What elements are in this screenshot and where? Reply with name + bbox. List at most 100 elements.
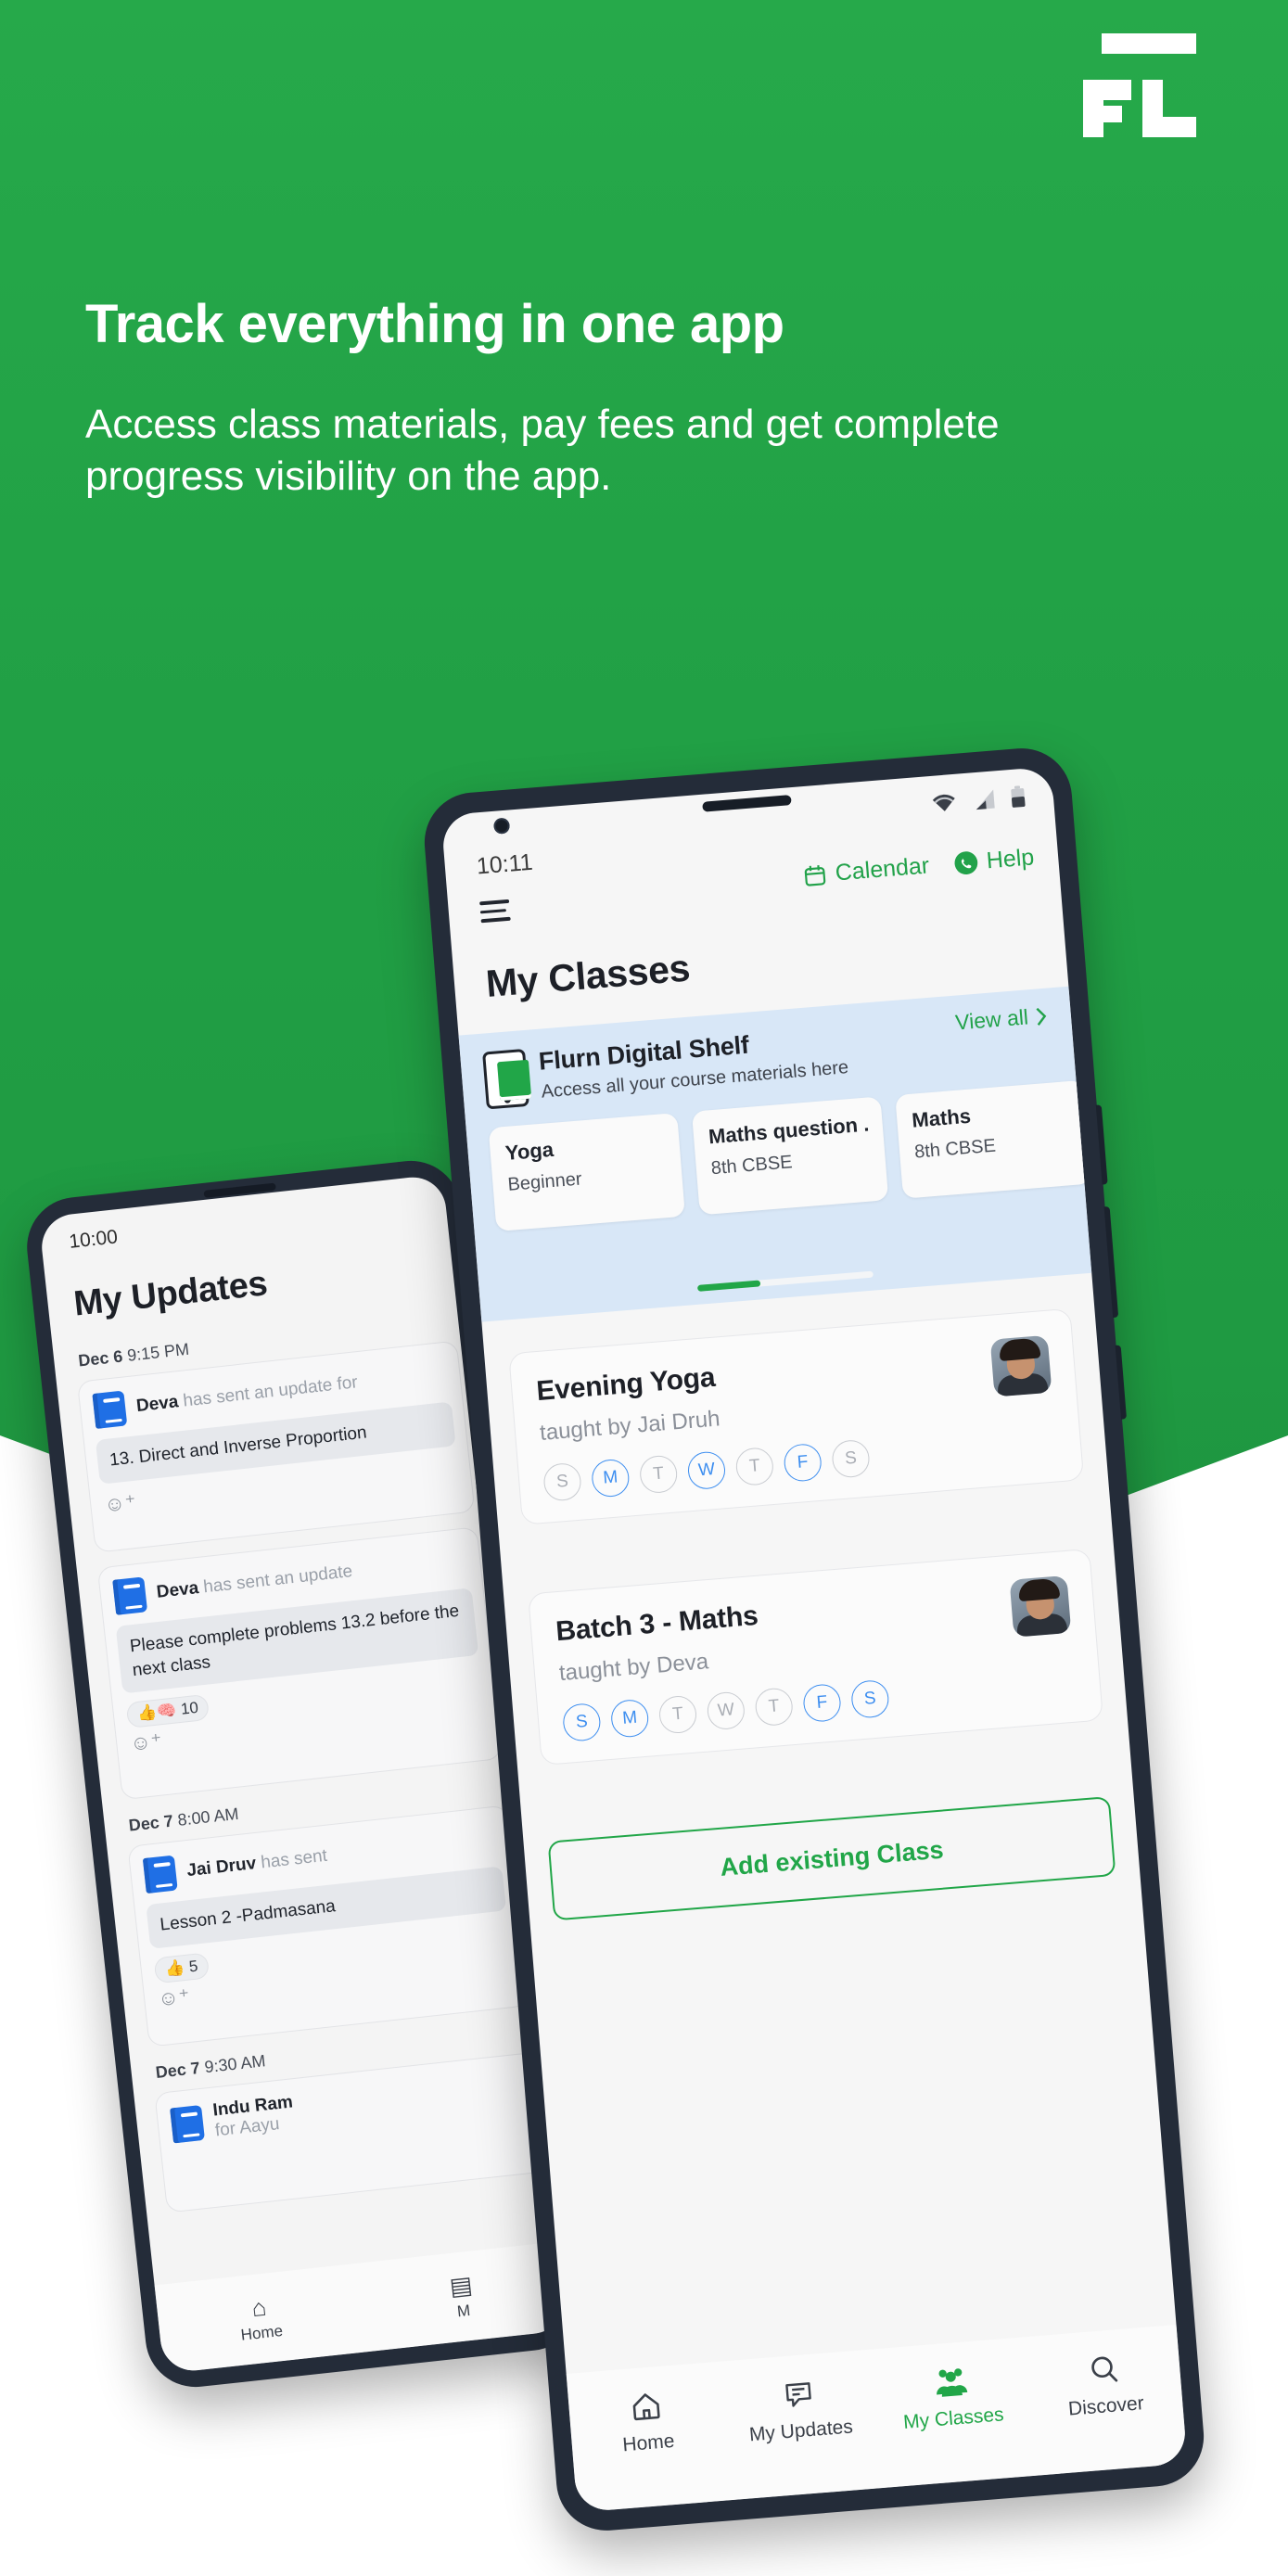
book-icon <box>92 1390 128 1429</box>
front-bottom-nav[interactable]: Home My Updates My Classes Discover <box>566 2325 1188 2513</box>
update-date-row: Dec 7 9:30 AM <box>155 2051 267 2083</box>
reaction-pill[interactable]: 👍🧠 10 <box>125 1693 210 1729</box>
day-chip-t2[interactable]: T <box>754 1687 795 1728</box>
view-all-button[interactable]: View all <box>954 1003 1050 1036</box>
page-title: My Classes <box>484 946 692 1006</box>
nav-label: M <box>455 2301 472 2320</box>
avatar-hair <box>998 1337 1041 1361</box>
logo-l-foot <box>1142 117 1196 137</box>
day-chip-w[interactable]: W <box>686 1450 727 1491</box>
avatar-hair <box>1017 1577 1061 1602</box>
chevron-right-icon <box>1036 1007 1047 1026</box>
search-icon <box>1026 2345 1181 2394</box>
day-chip-w[interactable]: W <box>706 1690 746 1731</box>
hamburger-icon[interactable] <box>479 899 511 928</box>
battery-icon <box>1011 785 1026 808</box>
shelf-card[interactable]: Maths question ... 8th CBSE <box>691 1096 889 1216</box>
shelf-card-name: Maths question ... <box>708 1112 869 1149</box>
status-icons <box>930 785 1027 815</box>
calendar-icon <box>804 864 826 886</box>
back-page-title: My Updates <box>71 1264 270 1324</box>
flurn-logo <box>1083 33 1196 137</box>
nav-item-my-updates[interactable]: ▤ M <box>359 2263 566 2331</box>
update-date: Dec 7 <box>127 1811 174 1835</box>
hero-headline: Track everything in one app <box>85 294 784 354</box>
home-icon <box>567 2382 723 2431</box>
avatar <box>1009 1575 1072 1638</box>
updates-icon <box>721 2369 876 2418</box>
update-sender: Deva has sent an update <box>155 1562 354 1602</box>
nav-item-home[interactable]: ⌂ Home <box>157 2284 363 2353</box>
nav-item-my-updates[interactable]: My Updates <box>721 2369 878 2448</box>
book-icon <box>142 1855 178 1894</box>
day-chip-t2[interactable]: T <box>734 1447 775 1487</box>
day-chip-s2[interactable]: S <box>849 1678 890 1719</box>
help-label: Help <box>985 844 1036 874</box>
update-date: Dec 7 <box>154 2058 201 2083</box>
day-chip-f[interactable]: F <box>801 1682 843 1724</box>
signal-icon <box>976 789 995 810</box>
reaction-count: 10 <box>180 1699 199 1719</box>
status-time: 10:11 <box>475 848 534 880</box>
update-sender: Indu Ram for Aayu <box>211 2092 294 2141</box>
day-chip-m[interactable]: M <box>609 1698 650 1739</box>
class-card[interactable]: Batch 3 - Maths taught by Deva S M T W T… <box>528 1548 1104 1766</box>
update-date-row: Dec 7 8:00 AM <box>128 1804 240 1836</box>
back-status-time: 10:00 <box>68 1226 120 1253</box>
day-chip-s1[interactable]: S <box>542 1461 583 1502</box>
nav-item-my-classes[interactable]: My Classes <box>873 2357 1030 2436</box>
logo-f-arm <box>1083 80 1131 100</box>
hero-subhead: Access class materials, pay fees and get… <box>85 402 1000 500</box>
update-time: 9:15 PM <box>126 1339 190 1365</box>
reaction-count: 5 <box>187 1957 199 1976</box>
shelf-card-level: 8th CBSE <box>913 1135 997 1163</box>
shelf-scroll-thumb[interactable] <box>696 1280 761 1292</box>
digital-shelf-section: Flurn Digital Shelf Access all your cour… <box>458 986 1092 1322</box>
update-card[interactable]: Jai Druv has sent Lesson 2 -Padmasana 👍 … <box>127 1804 529 2047</box>
update-sender: Jai Druv has sent <box>185 1845 328 1881</box>
nav-label: Discover <box>1067 2392 1145 2420</box>
shelf-card-level: Beginner <box>506 1168 583 1195</box>
day-chip-t1[interactable]: T <box>638 1454 679 1495</box>
nav-label: My Updates <box>748 2416 854 2446</box>
book-icon <box>170 2104 206 2144</box>
update-card[interactable]: Deva has sent an update for 13. Direct a… <box>76 1340 476 1553</box>
nav-label: Home <box>621 2429 676 2456</box>
shelf-card-name: Maths <box>911 1103 972 1132</box>
reaction-emoji: 👍🧠 <box>135 1701 178 1724</box>
avatar <box>989 1334 1052 1397</box>
nav-label: Home <box>239 2321 284 2344</box>
nav-item-discover[interactable]: Discover <box>1026 2345 1183 2424</box>
class-card[interactable]: Evening Yoga taught by Jai Druh S M T W … <box>508 1307 1085 1525</box>
shelf-card-level: 8th CBSE <box>710 1152 794 1180</box>
shelf-card[interactable]: Maths 8th CBSE <box>895 1079 1092 1199</box>
calendar-label: Calendar <box>834 852 931 886</box>
day-chip-s2[interactable]: S <box>830 1438 872 1479</box>
logo-top-bar <box>1102 33 1196 54</box>
phone-book-icon <box>482 1048 529 1110</box>
reaction-pill[interactable]: 👍 5 <box>153 1952 210 1984</box>
front-phone-screen: 10:11 Calendar Help My Classes Flurn Dig… <box>440 766 1188 2513</box>
day-chip-t1[interactable]: T <box>657 1694 698 1735</box>
day-chip-m[interactable]: M <box>590 1458 631 1498</box>
classes-icon <box>873 2357 1028 2406</box>
reaction-emoji: 👍 <box>163 1958 185 1978</box>
help-button[interactable]: Help <box>952 844 1035 877</box>
shelf-card-name: Yoga <box>504 1137 555 1165</box>
shelf-scrollbar[interactable] <box>696 1270 874 1292</box>
nav-label: My Classes <box>902 2404 1005 2433</box>
update-sender: Deva has sent an update for <box>135 1372 359 1417</box>
update-date-row: Dec 6 9:15 PM <box>77 1340 190 1371</box>
nav-item-home[interactable]: Home <box>567 2382 725 2461</box>
update-time: 8:00 AM <box>176 1804 240 1830</box>
promo-screenshot: Track everything in one app Access class… <box>0 0 1288 2576</box>
update-card[interactable]: Deva has sent an update Please complete … <box>96 1526 503 1801</box>
book-icon <box>112 1576 148 1615</box>
wifi-icon <box>932 794 955 811</box>
whatsapp-icon <box>954 851 977 875</box>
view-all-label: View all <box>954 1004 1029 1035</box>
day-chip-s1[interactable]: S <box>561 1702 602 1742</box>
shelf-card[interactable]: Yoga Beginner <box>488 1113 685 1232</box>
day-chip-f[interactable]: F <box>783 1442 823 1483</box>
add-existing-class-button[interactable]: Add existing Class <box>547 1795 1116 1921</box>
